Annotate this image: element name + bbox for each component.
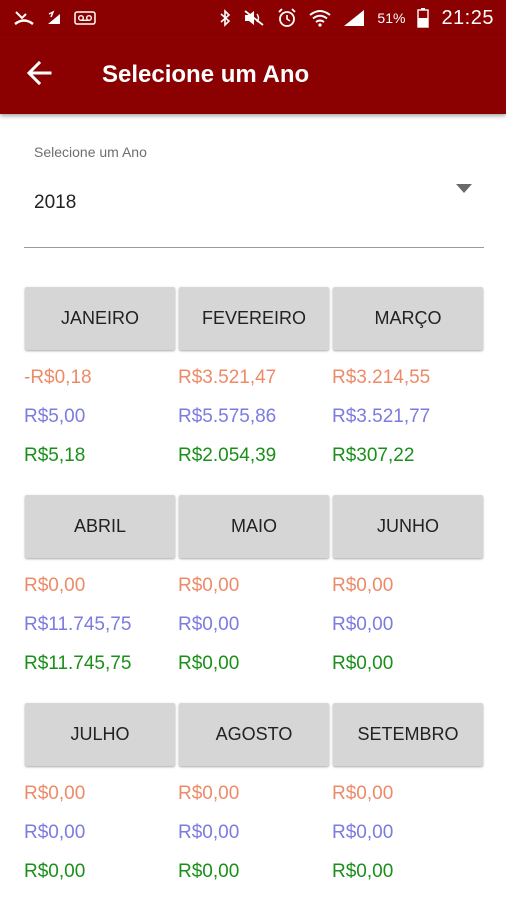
month-value-1: R$0,00 — [332, 783, 394, 804]
back-button[interactable] — [0, 36, 80, 114]
month-value-2: R$0,00 — [332, 822, 394, 843]
bluetooth-icon — [219, 9, 231, 27]
month-value-3: R$0,00 — [178, 653, 240, 674]
month-button-setembro[interactable]: SETEMBRO — [333, 703, 483, 766]
month-value-1: R$0,00 — [24, 783, 86, 804]
month-value-1: R$0,00 — [178, 575, 240, 596]
month-value-3: R$11.745,75 — [24, 653, 132, 674]
month-value-2: R$0,00 — [24, 822, 86, 843]
month-cell: JUNHO R$0,00 R$0,00 R$0,00 — [332, 495, 483, 674]
month-value-1: R$0,00 — [178, 783, 240, 804]
month-value-2: R$11.745,75 — [24, 614, 132, 635]
month-value-3: R$2.054,39 — [178, 445, 277, 466]
months-row: ABRIL R$0,00 R$11.745,75 R$11.745,75 MAI… — [23, 495, 485, 703]
missed-call-icon — [14, 10, 34, 26]
month-value-1: -R$0,18 — [24, 367, 92, 388]
month-button-julho[interactable]: JULHO — [25, 703, 175, 766]
month-value-2: R$5.575,86 — [178, 406, 277, 427]
month-value-1: R$0,00 — [332, 575, 394, 596]
month-value-3: R$0,00 — [332, 861, 394, 882]
signal-boost-icon — [46, 10, 62, 26]
app-bar: Selecione um Ano — [0, 36, 506, 114]
dropdown-arrow-icon — [456, 181, 472, 199]
month-value-3: R$0,00 — [332, 653, 394, 674]
month-cell: SETEMBRO R$0,00 R$0,00 R$0,00 — [332, 703, 483, 882]
month-value-2: R$0,00 — [178, 822, 240, 843]
month-value-3: R$5,18 — [24, 445, 86, 466]
month-button-marco[interactable]: MARÇO — [333, 287, 483, 350]
month-cell: AGOSTO R$0,00 R$0,00 R$0,00 — [178, 703, 329, 882]
month-button-agosto[interactable]: AGOSTO — [179, 703, 329, 766]
alarm-icon — [277, 8, 297, 28]
wifi-icon — [309, 9, 332, 27]
year-select-value: 2018 — [34, 192, 77, 213]
month-value-3: R$307,22 — [332, 445, 415, 466]
months-row: JULHO R$0,00 R$0,00 R$0,00 AGOSTO R$0,00… — [23, 703, 485, 900]
status-time: 21:25 — [441, 6, 494, 29]
month-value-2: R$5,00 — [24, 406, 86, 427]
month-value-3: R$0,00 — [24, 861, 86, 882]
cell-signal-icon — [343, 9, 365, 27]
page-title: Selecione um Ano — [102, 61, 310, 88]
month-cell: ABRIL R$0,00 R$11.745,75 R$11.745,75 — [24, 495, 175, 674]
month-cell: MARÇO R$3.214,55 R$3.521,77 R$307,22 — [332, 287, 483, 466]
status-bar-right: 51% 21:25 — [219, 7, 494, 30]
months-row: JANEIRO -R$0,18 R$5,00 R$5,18 FEVEREIRO … — [23, 287, 485, 495]
month-value-2: R$0,00 — [178, 614, 240, 635]
battery-percent: 51% — [377, 10, 406, 26]
month-value-1: R$0,00 — [24, 575, 86, 596]
month-value-3: R$0,00 — [178, 861, 240, 882]
month-cell: JANEIRO -R$0,18 R$5,00 R$5,18 — [24, 287, 175, 466]
battery-icon — [417, 8, 430, 28]
year-select-label: Selecione um Ano — [34, 144, 147, 160]
month-button-fevereiro[interactable]: FEVEREIRO — [179, 287, 329, 350]
months-grid: JANEIRO -R$0,18 R$5,00 R$5,18 FEVEREIRO … — [23, 287, 485, 900]
month-cell: JULHO R$0,00 R$0,00 R$0,00 — [24, 703, 175, 882]
status-bar: 51% 21:25 — [0, 0, 506, 36]
month-value-2: R$0,00 — [332, 614, 394, 635]
month-button-janeiro[interactable]: JANEIRO — [25, 287, 175, 350]
month-value-1: R$3.521,47 — [178, 367, 277, 388]
month-button-abril[interactable]: ABRIL — [25, 495, 175, 558]
month-cell: FEVEREIRO R$3.521,47 R$5.575,86 R$2.054,… — [178, 287, 329, 466]
voicemail-icon — [74, 11, 96, 25]
arrow-back-icon — [26, 60, 52, 91]
year-select[interactable]: 2018 — [24, 178, 484, 248]
mute-icon — [243, 9, 265, 27]
month-button-junho[interactable]: JUNHO — [333, 495, 483, 558]
month-value-1: R$3.214,55 — [332, 367, 431, 388]
status-bar-left — [14, 10, 96, 26]
month-button-maio[interactable]: MAIO — [179, 495, 329, 558]
month-value-2: R$3.521,77 — [332, 406, 431, 427]
month-cell: MAIO R$0,00 R$0,00 R$0,00 — [178, 495, 329, 674]
